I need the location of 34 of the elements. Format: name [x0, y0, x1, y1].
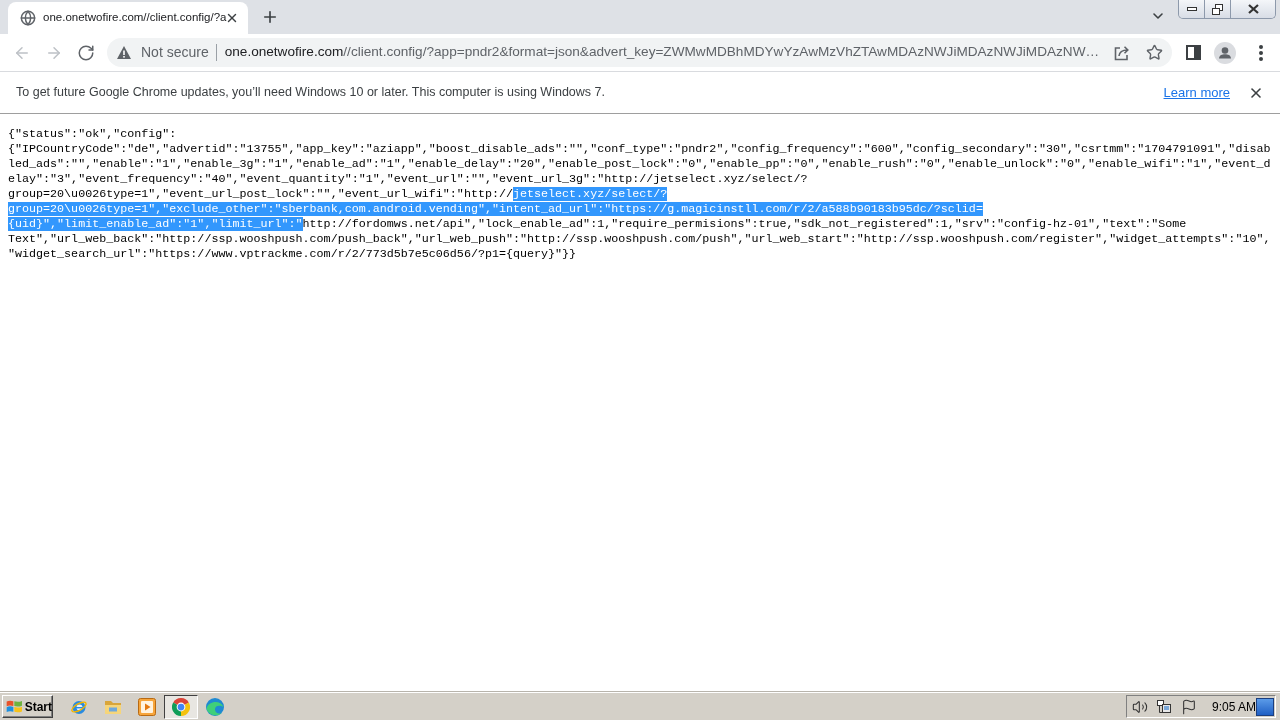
restore-button[interactable] — [1205, 0, 1231, 18]
reload-icon — [77, 43, 95, 62]
flag-icon[interactable] — [1180, 698, 1197, 715]
security-label: Not secure — [141, 43, 209, 62]
close-icon — [225, 11, 239, 25]
side-panel-icon — [1185, 45, 1201, 60]
warning-icon — [117, 46, 131, 59]
url-text: one.onetwofire.com//client.config/?app=pndr2&format=json&advert_key=ZWMwMDBhMDYwYzAwMzVhZTAwMDAzNWJiMDAzNWJiMDAzNW… — [224, 43, 1101, 62]
minimize-button[interactable] — [1179, 0, 1205, 18]
globe-icon — [20, 10, 36, 26]
share-icon — [1114, 44, 1130, 61]
close-icon — [1247, 4, 1259, 14]
star-icon — [1145, 44, 1163, 61]
media-play-icon — [138, 697, 156, 716]
plus-icon — [261, 8, 279, 26]
learn-more-link[interactable]: Learn more — [1163, 82, 1230, 103]
round-logo-icon — [172, 697, 190, 716]
close-button[interactable] — [1231, 0, 1275, 18]
infobar-message: To get future Google Chrome updates, you’ll need Windows 10 or later. This computer is using Windows 7. — [16, 84, 605, 102]
window-logo-icon — [6, 700, 23, 713]
browser-tab[interactable]: one.onetwofire.com//client.config/?a — [8, 2, 248, 34]
speaker-icon[interactable] — [1132, 698, 1148, 715]
minimize-icon — [1186, 7, 1197, 11]
show-desktop-button[interactable] — [1256, 697, 1274, 716]
wave-logo-icon — [206, 697, 224, 716]
json-text: {"status":"ok","config": {"IPCountryCode":"de","advertid":"13755","app_key":"aziapp","boost_disable_ads":"","conf_type":"pndr2","config_frequency":"600","config_secondary":"30","csrtmm":"1704791091","disab led_ads":"","enable":"1","enable_3g":"1","enable_ad":"1","enable_delay":"20","enable_post_lock":"0","enable_pp":"0","enable_rush":"0","enable_unlock":"0","enable_wifi":"1","event_d elay":"3","event_frequency":"40","event_quantity":"1","event_url":"","event_url_3g":"http://jetselect.xyz/select/? group=20\u0026type=1","event_url_post_lock":"","event_url_wifi":"http://jetselect.xyz/select/? group=20\u0026type=1","exclude_other":"sberbank,com.android.vending","intent_ad_url":"https://g.magicinstll.com/r/2/a588b90183b95dc/?sclid= {uid}","limit_enable_ad":"1","limit_url":"http://fordomws.net/api","lock_enable_ad":1,"require_permisions":true,"sdk_not_registered":1,"srv":"config-hz-01","text":"Some Text","url_web_back":"http://ssp.wooshpush.com/push_back","url_web_push":"http://ssp.wooshpush.com/push","url_web_start":"http://ssp.wooshpush.com/register","widget_attempts":"10", "widget_search_url":"https://www.vptrackme.com/r/2/773d5b7e5c06d56/?p1={query}"}} — [8, 127, 1271, 262]
menu-icon — [1259, 44, 1263, 61]
clock-text: 9:05 AM — [1211, 698, 1256, 716]
taskbar-app-button[interactable] — [164, 694, 198, 719]
start-button[interactable]: Start — [2, 695, 53, 718]
avatar-icon — [1214, 41, 1236, 64]
address-bar[interactable]: Not secure one.onetwofire.com//client.config/?app=pndr2&format=json&advert_key=ZWMwMDBhMDYwYzAwMzVhZTAwMDAzNWJiMDAzNWJiMDAzNW… — [107, 38, 1172, 67]
restore-icon — [1212, 3, 1223, 15]
network-icon[interactable] — [1156, 698, 1172, 715]
